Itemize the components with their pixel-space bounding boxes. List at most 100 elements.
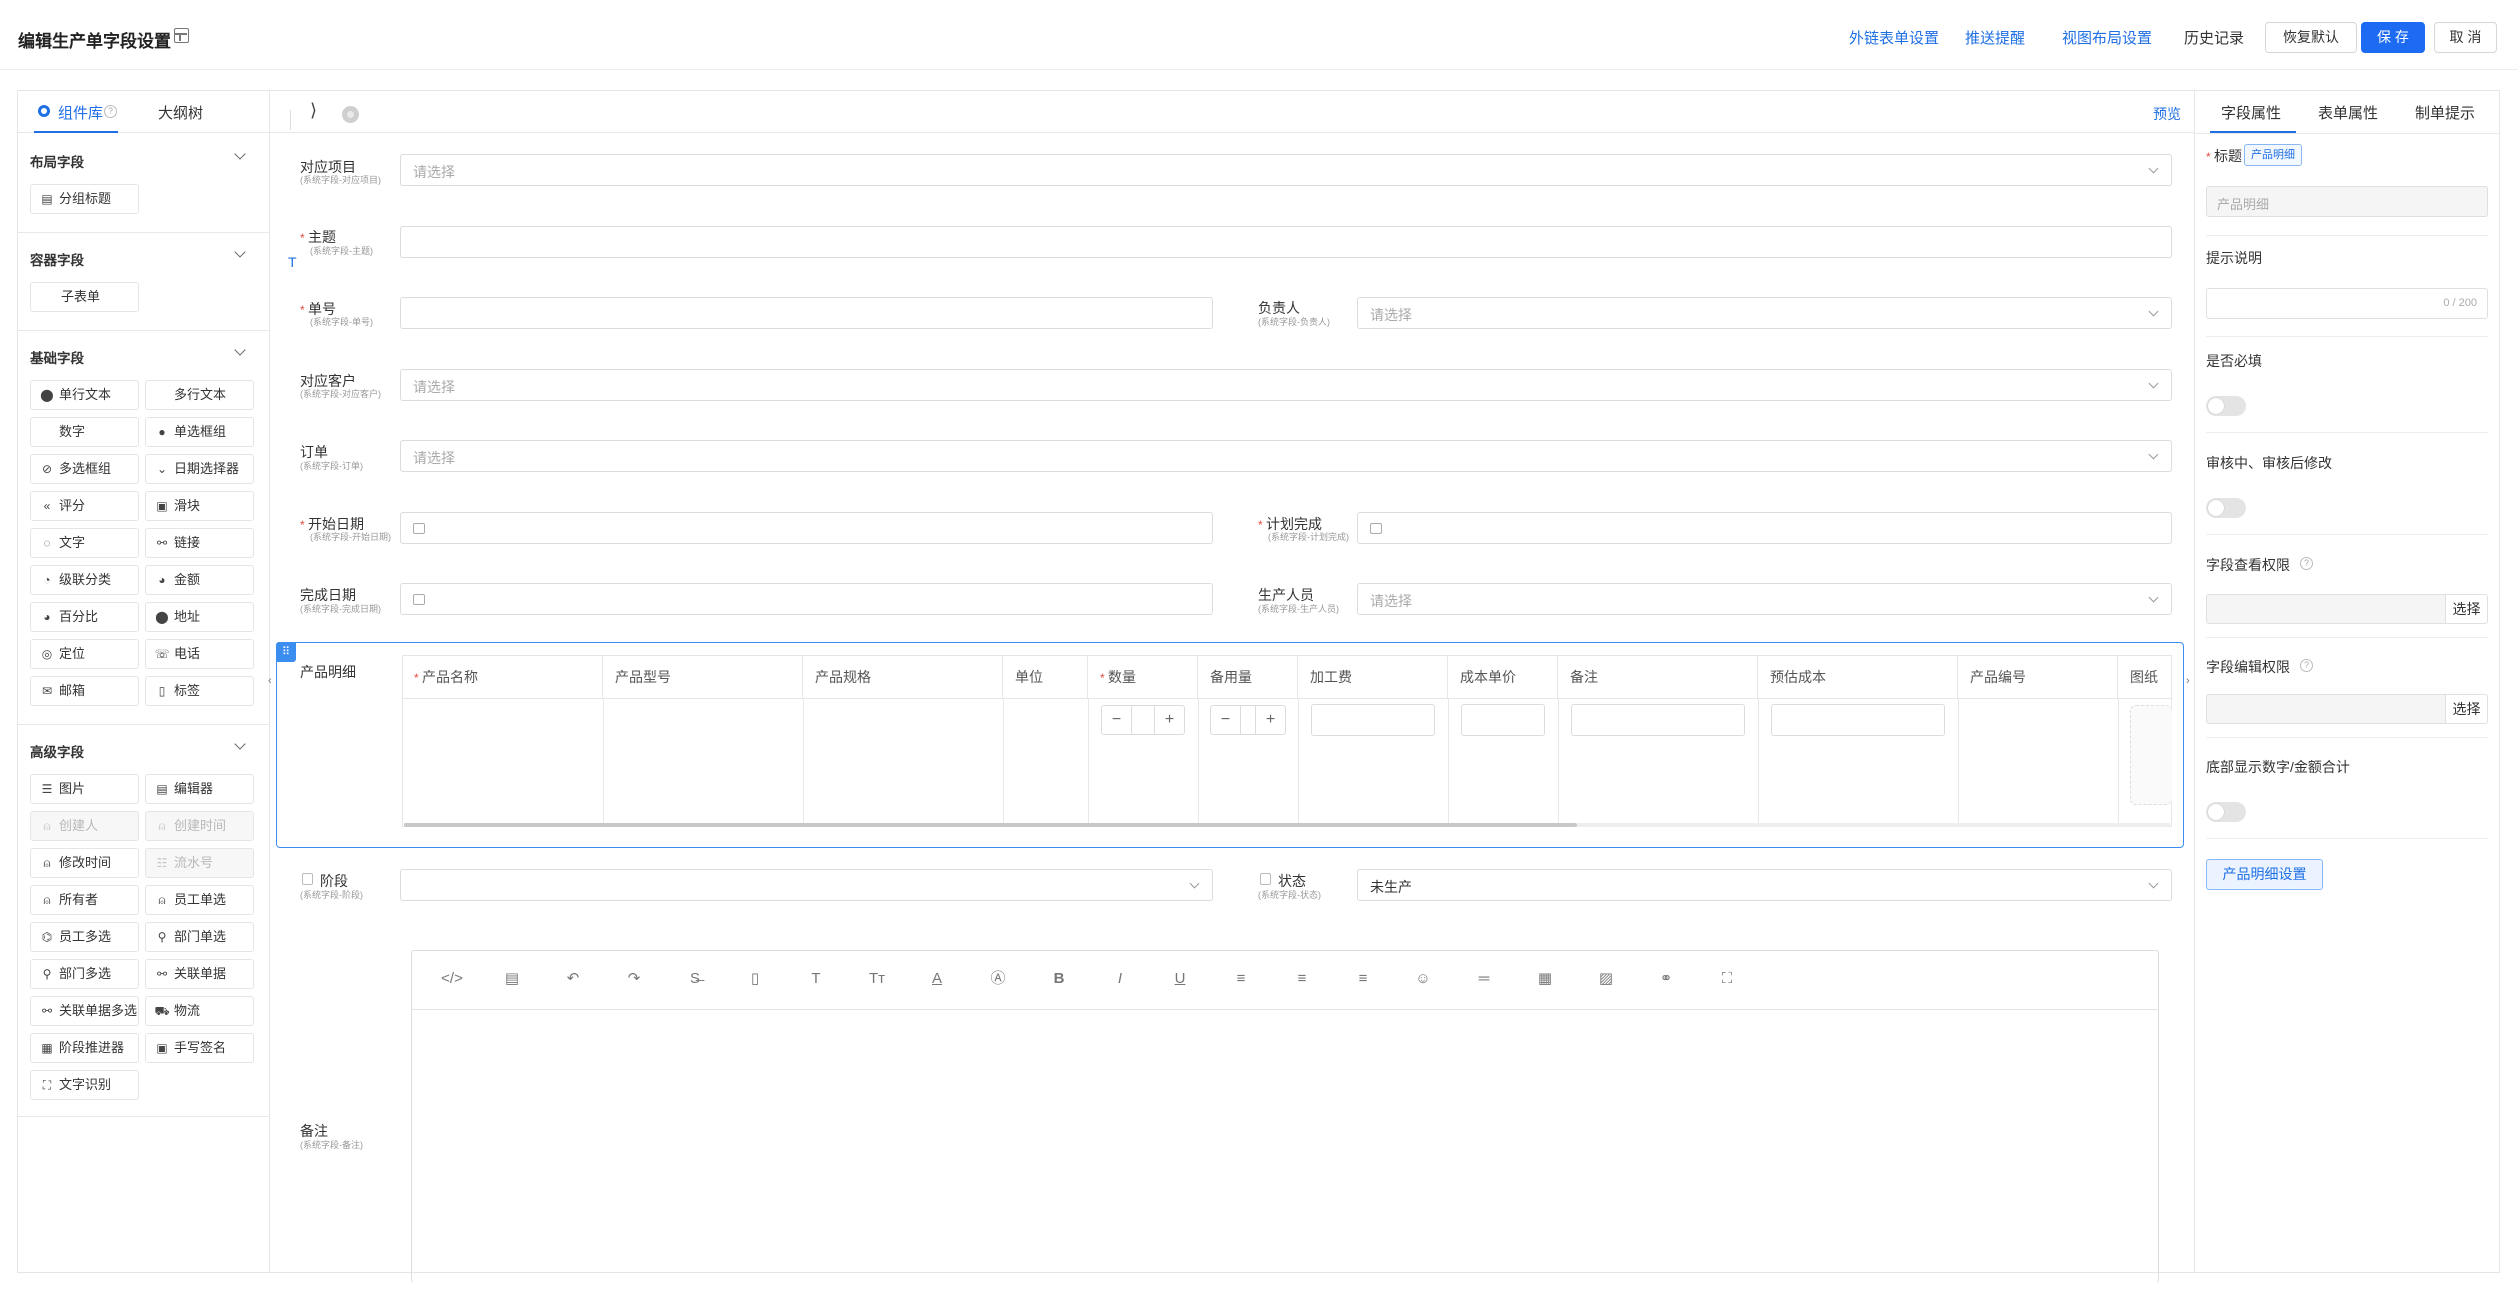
chip-owner[interactable]: ⍝ 所有者 (30, 885, 139, 915)
align-center-icon[interactable]: ≡ (1289, 966, 1315, 992)
layout-icon[interactable] (174, 28, 189, 43)
chip-department-multi[interactable]: ⚲ 部门多选 (30, 959, 139, 989)
chip-related-doc[interactable]: ⚯ 关联单据 (145, 959, 254, 989)
emoji-icon[interactable]: ☺ (1410, 966, 1436, 992)
chip-related-doc-multi[interactable]: ⚯ 关联单据多选 (30, 996, 139, 1026)
horizontal-rule-icon[interactable]: ═ (1471, 966, 1497, 992)
tab-form-properties[interactable]: 表单属性 (2318, 102, 2378, 123)
chip-subform[interactable]: 子表单 (30, 282, 139, 312)
remark-input[interactable] (1571, 704, 1745, 736)
project-select[interactable]: 请选择 (400, 154, 2172, 186)
order-select[interactable]: 请选择 (400, 440, 2172, 472)
restore-default-button[interactable]: 恢复默认 (2265, 22, 2357, 53)
image-icon[interactable]: ▨ (1593, 966, 1619, 992)
tab-outline-tree[interactable]: 大纲树 (158, 102, 203, 123)
font-size-icon[interactable]: T (803, 966, 829, 992)
producer-select[interactable]: 请选择 (1357, 583, 2172, 615)
chip-amount[interactable]: ◕ 金额 (145, 565, 254, 595)
number-input[interactable] (400, 297, 1213, 329)
chip-multi-text[interactable]: 多行文本 (145, 380, 254, 410)
plus-icon[interactable]: + (1255, 706, 1285, 734)
settings-dot-icon[interactable] (342, 106, 359, 123)
chip-signature[interactable]: ▣ 手写签名 (145, 1033, 254, 1063)
audit-edit-toggle[interactable] (2206, 498, 2246, 518)
minus-icon[interactable]: − (1102, 706, 1132, 734)
plan-done-picker[interactable] (1357, 512, 2172, 544)
start-date-picker[interactable] (400, 512, 1213, 544)
cancel-button[interactable]: 取 消 (2434, 22, 2497, 53)
chevron-left-icon[interactable]: ‹ (268, 675, 272, 687)
chip-ocr[interactable]: ⛶ 文字识别 (30, 1070, 139, 1100)
background-color-icon[interactable]: Ⓐ (985, 966, 1011, 992)
underline-icon[interactable]: U (1167, 966, 1193, 992)
edit-permission-input[interactable] (2206, 694, 2446, 724)
document-icon[interactable]: ▯ (742, 966, 768, 992)
chip-text[interactable]: ◌ 文字 (30, 528, 139, 558)
help-icon[interactable]: ? (2300, 557, 2313, 570)
font-color-icon[interactable]: A (924, 966, 950, 992)
tab-component-library[interactable]: 组件库 (58, 102, 103, 123)
save-button[interactable]: 保 存 (2361, 22, 2425, 53)
drag-handle-icon[interactable]: ⠿ (276, 642, 296, 662)
chip-group-title[interactable]: ▤ 分组标题 (30, 184, 139, 214)
required-toggle[interactable] (2206, 396, 2246, 416)
chip-image[interactable]: ☰ 图片 (30, 774, 139, 804)
italic-icon[interactable]: I (1107, 966, 1133, 992)
tab-field-properties[interactable]: 字段属性 (2221, 102, 2281, 123)
strikethrough-icon[interactable]: S̶ (682, 966, 708, 992)
scrollbar-thumb[interactable] (404, 823, 1577, 827)
plus-icon[interactable]: + (1154, 706, 1184, 734)
expand-chevron-icon[interactable]: ⟩ (310, 100, 317, 121)
subject-input[interactable] (400, 226, 2172, 258)
drawing-upload[interactable] (2130, 705, 2172, 805)
chip-address[interactable]: ⬤ 地址 (145, 602, 254, 632)
chip-slider[interactable]: ▣ 滑块 (145, 491, 254, 521)
push-reminder-link[interactable]: 推送提醒 (1965, 27, 2025, 48)
chip-rating[interactable]: «评分 (30, 491, 139, 521)
bottom-sum-toggle[interactable] (2206, 802, 2246, 822)
chip-date-picker[interactable]: ⌄ 日期选择器 (145, 454, 254, 484)
chip-logistics[interactable]: ⛟ 物流 (145, 996, 254, 1026)
owner-select[interactable]: 请选择 (1357, 297, 2172, 329)
chip-number[interactable]: 数字 (30, 417, 139, 447)
history-link[interactable]: 历史记录 (2184, 27, 2244, 48)
view-layout-settings-link[interactable]: 视图布局设置 (2062, 27, 2152, 48)
edit-permission-select-button[interactable]: 选择 (2445, 694, 2488, 724)
chip-employee-multi[interactable]: ⌬ 员工多选 (30, 922, 139, 952)
table-icon[interactable]: ▦ (1532, 966, 1558, 992)
chip-cascade[interactable]: ◔ 级联分类 (30, 565, 139, 595)
title-input[interactable]: 产品明细 (2206, 186, 2488, 217)
product-detail-settings-button[interactable]: 产品明细设置 (2206, 859, 2323, 890)
chip-checkbox-group[interactable]: ⊘ 多选框组 (30, 454, 139, 484)
align-left-icon[interactable]: ≡ (1228, 966, 1254, 992)
chip-single-text[interactable]: ⬤ 单行文本 (30, 380, 139, 410)
help-icon[interactable]: ? (104, 105, 117, 118)
remark-rich-text-editor[interactable] (411, 950, 2159, 1283)
chip-tag[interactable]: ▯ 标签 (145, 676, 254, 706)
hint-input[interactable]: 0 / 200 (2206, 288, 2488, 319)
text-height-icon[interactable]: Tт (864, 966, 890, 992)
minus-icon[interactable]: − (1211, 706, 1241, 734)
view-permission-select-button[interactable]: 选择 (2445, 594, 2488, 624)
estimated-cost-input[interactable] (1771, 704, 1945, 736)
chip-percent[interactable]: ◕ 百分比 (30, 602, 139, 632)
chip-location[interactable]: ◎ 定位 (30, 639, 139, 669)
align-right-icon[interactable]: ≡ (1350, 966, 1376, 992)
chip-email[interactable]: ✉ 邮箱 (30, 676, 139, 706)
undo-icon[interactable]: ↶ (560, 966, 586, 992)
chip-radio-group[interactable]: ● 单选框组 (145, 417, 254, 447)
chip-modify-time[interactable]: ⍝ 修改时间 (30, 848, 139, 878)
bold-icon[interactable]: B (1046, 966, 1072, 992)
chevron-right-icon[interactable]: › (2186, 675, 2190, 687)
chip-phone[interactable]: ☏ 电话 (145, 639, 254, 669)
tab-entry-tips[interactable]: 制单提示 (2415, 102, 2475, 123)
code-icon[interactable]: </> (439, 966, 465, 992)
unit-cost-input[interactable] (1461, 704, 1545, 736)
chip-employee-single[interactable]: ⍝ 员工单选 (145, 885, 254, 915)
template-icon[interactable]: ▤ (499, 966, 525, 992)
chip-editor[interactable]: ▤ 编辑器 (145, 774, 254, 804)
chip-department-single[interactable]: ⚲ 部门单选 (145, 922, 254, 952)
redo-icon[interactable]: ↷ (621, 966, 647, 992)
spare-stepper[interactable]: − + (1210, 705, 1286, 735)
stage-select[interactable] (400, 869, 1213, 901)
